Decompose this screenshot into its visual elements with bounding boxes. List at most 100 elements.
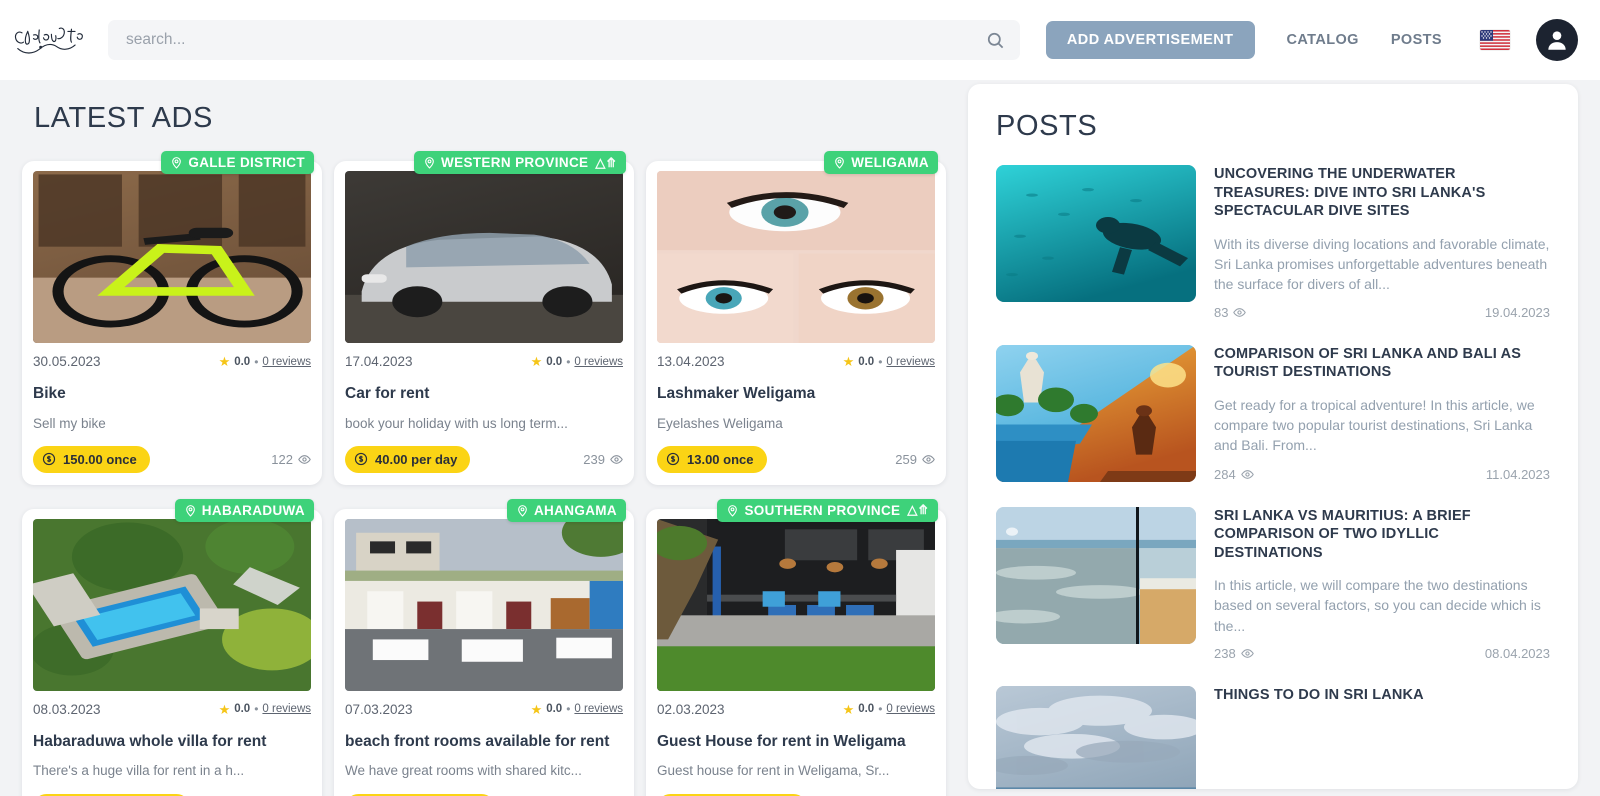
post-list-item[interactable]: THINGS TO DO IN SRI LANKA [996,686,1550,789]
posts-list: UNCOVERING THE UNDERWATER TREASURES: DIV… [996,165,1550,789]
search-button[interactable] [972,20,1020,60]
ad-title[interactable]: Lashmaker Weligama [657,385,935,404]
post-body: UNCOVERING THE UNDERWATER TREASURES: DIV… [1214,165,1550,320]
price-badge: 150.00 once [33,445,150,473]
post-list-item[interactable]: SRI LANKA VS MAURITIUS: A BRIEF COMPARIS… [996,506,1550,662]
ad-title[interactable]: Car for rent [345,385,623,404]
eye-icon [610,454,623,464]
post-views-count: 83 [1214,304,1229,320]
ad-thumbnail[interactable] [33,171,311,343]
reviews-link[interactable]: 0 reviews [886,356,935,368]
add-advertisement-button[interactable]: ADD ADVERTISEMENT [1045,21,1255,59]
top-header: ADD ADVERTISEMENT CATALOG POSTS [0,0,1600,80]
reviews-link[interactable]: 0 reviews [574,356,623,368]
user-avatar-icon[interactable] [1536,19,1578,61]
rating-value: 0.0 [858,703,875,716]
ad-title[interactable]: Bike [33,385,311,404]
ad-meta-row: 30.05.2023 ★ 0.0 • 0 reviews [33,354,311,369]
location-pin-icon [172,157,182,169]
ad-thumbnail[interactable] [657,171,935,343]
ad-footer-row: 150.00 once 122 [33,445,311,473]
eye-icon [1240,649,1254,658]
search-bar[interactable] [108,20,1020,60]
ad-card[interactable]: SOUTHERN PROVINCE △​⤊ 02.03.2023 ★ 0.0 •… [646,498,946,796]
rating-separator: • [254,354,259,369]
eye-icon [1240,469,1254,479]
price-badge: 13.00 once [657,445,767,473]
post-list-item[interactable]: UNCOVERING THE UNDERWATER TREASURES: DIV… [996,165,1550,320]
ad-views: 259 [895,452,935,467]
post-thumbnail[interactable] [996,165,1196,302]
ad-card[interactable]: HABARADUWA 08.03.2023 ★ 0.0 • 0 reviews … [22,498,322,796]
ad-card[interactable]: AHANGAMA 07.03.2023 ★ 0.0 • 0 reviews be… [334,498,634,796]
ad-title[interactable]: beach front rooms available for rent [345,733,623,752]
nav-link-catalog[interactable]: CATALOG [1287,32,1359,48]
ad-description: Sell my bike [33,415,106,431]
ad-thumbnail[interactable] [33,518,311,691]
views-count: 122 [271,451,293,467]
dollar-coin-icon [354,453,368,466]
price-label: 150.00 once [63,451,137,467]
location-badge[interactable]: WESTERN PROVINCE △​⤊ [414,151,626,174]
post-title[interactable]: THINGS TO DO IN SRI LANKA [1214,686,1550,705]
reviews-link[interactable]: 0 reviews [574,703,623,715]
eye-icon [1233,307,1247,317]
ad-card[interactable]: WELIGAMA 13.04.2023 ★ 0.0 • 0 reviews La… [646,151,946,485]
search-input[interactable] [108,20,972,60]
location-badge[interactable]: WELIGAMA [824,151,938,174]
location-badge[interactable]: SOUTHERN PROVINCE △​⤊ [717,498,938,522]
star-icon: ★ [530,354,543,369]
ad-thumbnail[interactable] [345,518,623,691]
page-body: LATEST ADS GALLE DISTRICT 30.05.2023 ★ 0… [0,80,1600,796]
reviews-link[interactable]: 0 reviews [886,703,935,715]
post-title[interactable]: COMPARISON OF SRI LANKA AND BALI AS TOUR… [1214,345,1550,382]
ad-thumbnail[interactable] [345,171,623,343]
post-excerpt: Get ready for a tropical adventure! In t… [1214,396,1535,454]
location-badge-label: GALLE DISTRICT [188,155,305,170]
post-thumbnail[interactable] [996,686,1196,789]
location-pin-icon [425,157,434,169]
post-title[interactable]: UNCOVERING THE UNDERWATER TREASURES: DIV… [1214,165,1550,221]
posts-column: POSTS UNCOVERING THE UNDERWATER TREASURE… [968,80,1578,796]
location-badge-label: AHANGAMA [533,502,617,518]
reviews-link[interactable]: 0 reviews [262,703,311,715]
price-label: 13.00 once [687,451,754,467]
reviews-link[interactable]: 0 reviews [262,356,311,368]
dollar-coin-icon [666,453,680,466]
ad-date: 07.03.2023 [345,701,413,717]
location-badge[interactable]: AHANGAMA [506,498,626,522]
site-logo[interactable] [12,12,98,68]
views-count: 239 [583,451,605,467]
location-pin-icon [185,504,195,517]
ad-card[interactable]: GALLE DISTRICT 30.05.2023 ★ 0.0 • 0 revi… [22,151,322,485]
ad-meta-row: 07.03.2023 ★ 0.0 • 0 reviews [345,702,623,717]
ad-title[interactable]: Guest House for rent in Weligama [657,733,935,752]
post-thumbnail[interactable] [996,344,1196,482]
location-badge-label: WESTERN PROVINCE [441,155,589,170]
post-title[interactable]: SRI LANKA VS MAURITIUS: A BRIEF COMPARIS… [1214,507,1550,563]
ad-card[interactable]: WESTERN PROVINCE △​⤊ 17.04.2023 ★ 0.0 • … [334,151,634,485]
location-badge[interactable]: GALLE DISTRICT [161,151,314,174]
ad-date: 02.03.2023 [657,701,725,717]
rating-separator: • [566,702,571,717]
nav-link-posts[interactable]: POSTS [1391,32,1442,48]
ad-thumbnail[interactable] [657,518,935,691]
ad-meta-row: 13.04.2023 ★ 0.0 • 0 reviews [657,354,935,369]
ad-meta-row: 17.04.2023 ★ 0.0 • 0 reviews [345,354,623,369]
post-views: 284 [1214,467,1254,482]
star-icon: ★ [842,701,855,717]
eye-icon [298,454,311,464]
ad-views: 239 [583,452,623,467]
post-views: 83 [1214,304,1247,320]
us-flag-icon[interactable] [1480,30,1510,50]
ad-description: Guest house for rent in Weligama, Sr... [657,763,890,779]
ad-title[interactable]: Habaraduwa whole villa for rent [33,733,311,752]
location-badge[interactable]: HABARADUWA [174,498,314,522]
post-list-item[interactable]: COMPARISON OF SRI LANKA AND BALI AS TOUR… [996,344,1550,482]
post-footer: 284 11.04.2023 [1214,457,1550,482]
post-views-count: 238 [1214,646,1236,662]
post-thumbnail[interactable] [996,506,1196,644]
post-excerpt: In this article, we will compare the two… [1214,577,1541,634]
post-date: 19.04.2023 [1484,304,1550,320]
ad-rating: ★ 0.0 • 0 reviews [219,355,311,369]
